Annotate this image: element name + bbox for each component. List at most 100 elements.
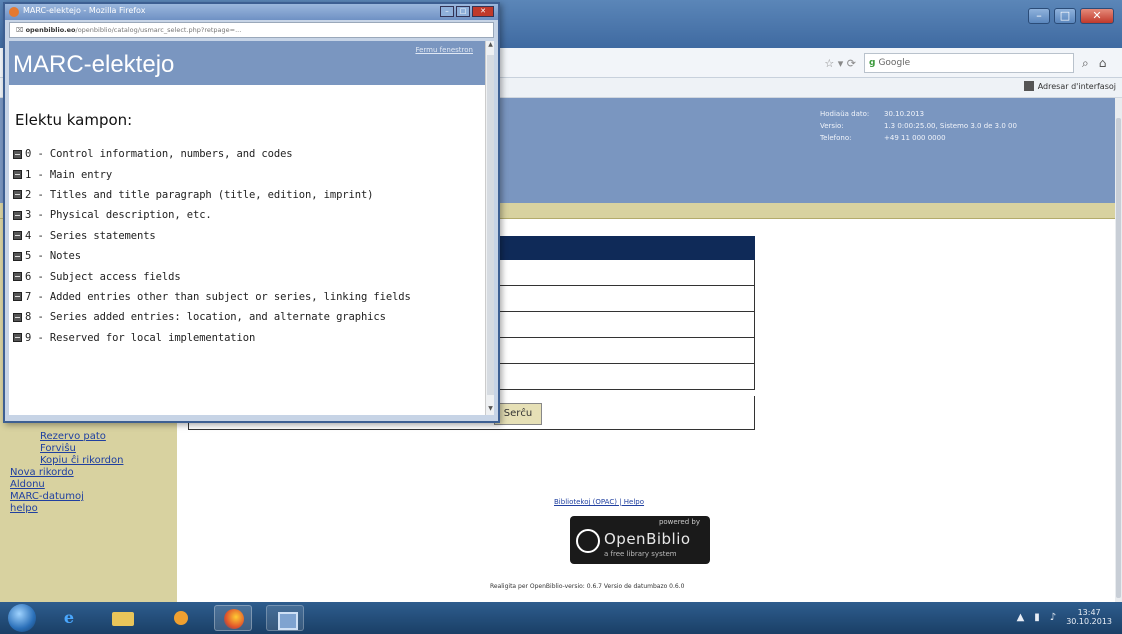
search-button[interactable]: Serĉu [494, 403, 542, 425]
url-path: /openbiblio/catalog/usmarc_select.php?re… [75, 26, 242, 34]
popup-minimize-button[interactable]: – [440, 6, 454, 17]
system-tray: ▲ ▮ ♪ 13:47 30.10.2013 [1017, 608, 1112, 626]
expand-icon[interactable] [13, 272, 22, 282]
footer-links[interactable]: Bibliotekoj (OPAC) | Helpo [554, 498, 644, 506]
lock-icon: ⌧ [16, 26, 26, 34]
field-label: 8 - Series added entries: location, and … [25, 311, 386, 324]
expand-icon[interactable] [13, 210, 22, 220]
window-app-icon[interactable] [266, 605, 304, 631]
expand-icon[interactable] [13, 312, 22, 322]
start-button[interactable] [8, 604, 36, 632]
info-key: Versio: [820, 122, 844, 130]
taskbar: e ▲ ▮ ♪ 13:47 30.10.2013 [0, 602, 1122, 634]
marc-field-item[interactable]: 7 - Added entries other than subject or … [13, 287, 411, 307]
close-window-link[interactable]: Fermu fenestron [415, 46, 473, 54]
marc-field-item[interactable]: 8 - Series added entries: location, and … [13, 307, 411, 327]
logo-tagline: a free library system [604, 550, 677, 558]
field-label: 2 - Titles and title paragraph (title, e… [25, 188, 374, 201]
marc-field-item[interactable]: 4 - Series statements [13, 226, 411, 246]
field-label: 6 - Subject access fields [25, 270, 181, 283]
expand-icon[interactable] [13, 190, 22, 200]
bookmark-item[interactable]: Adresar d'interfasoj [1023, 81, 1116, 91]
file-explorer-icon[interactable] [104, 605, 142, 631]
network-icon[interactable]: ▮ [1034, 612, 1040, 623]
field-label: 7 - Added entries other than subject or … [25, 290, 411, 303]
openbiblio-logo: powered by OpenBiblio a free library sys… [570, 516, 710, 564]
firefox-taskbar-icon[interactable] [214, 605, 252, 631]
expand-icon[interactable] [13, 333, 22, 343]
header-info: Hodiaŭa dato: 30.10.2013 Versio: 1.3 0:00:… [820, 108, 1017, 144]
bookmark-star-icon[interactable]: ☆ ▾ ⟳ [824, 57, 856, 70]
marc-field-item[interactable]: 3 - Physical description, etc. [13, 205, 411, 225]
url-host: openbiblio.eo [25, 26, 76, 34]
search-input[interactable]: g Google [864, 53, 1074, 73]
internet-explorer-icon[interactable]: e [50, 605, 88, 631]
google-icon: g [869, 58, 876, 68]
sidebar-link[interactable]: Aldonu [10, 479, 45, 490]
expand-icon[interactable] [13, 231, 22, 241]
field-label: 0 - Control information, numbers, and co… [25, 148, 293, 161]
marc-field-item[interactable]: 2 - Titles and title paragraph (title, e… [13, 185, 411, 205]
footer-credits: Realigita per OpenBiblio-versio: 0.6.7 V… [490, 583, 685, 590]
bookmark-icon [1023, 81, 1034, 91]
info-key: Hodiaŭa dato: [820, 110, 870, 118]
info-value: 1.3 0:00:25.00, Sistemo 3.0 de 3.0 00 [884, 122, 1017, 130]
popup-maximize-button[interactable]: □ [456, 6, 470, 17]
firefox-icon [9, 7, 19, 17]
tray-arrow-icon[interactable]: ▲ [1017, 612, 1025, 623]
scroll-down-icon[interactable]: ▼ [486, 405, 494, 415]
popup-window-title: MARC-elektejo - Mozilla Firefox [23, 6, 146, 15]
marc-field-item[interactable]: 0 - Control information, numbers, and co… [13, 144, 411, 164]
sidebar-link[interactable]: Kopiu ĉi rikordon [40, 455, 123, 466]
marc-field-item[interactable]: 5 - Notes [13, 246, 411, 266]
info-key: Telefono: [820, 134, 852, 142]
popup-close-button[interactable]: ✕ [472, 6, 494, 17]
marc-field-item[interactable]: 9 - Reserved for local implementation [13, 328, 411, 348]
sidebar-link[interactable]: Nova rikordo [10, 467, 74, 478]
clock[interactable]: 13:47 30.10.2013 [1066, 608, 1112, 626]
sidebar-link[interactable]: Rezervo pato [40, 431, 106, 442]
expand-icon[interactable] [13, 170, 22, 180]
popup-header: MARC-elektejo Fermu fenestron [9, 41, 485, 85]
window-controls: – □ ✕ [1028, 8, 1114, 24]
marc-field-item[interactable]: 1 - Main entry [13, 164, 411, 184]
sidebar-link[interactable]: Forviŝu [40, 443, 76, 454]
powered-by-label: powered by [658, 518, 700, 526]
popup-url-bar[interactable]: ⌧ openbiblio.eo/openbiblio/catalog/usmar… [9, 22, 494, 38]
popup-titlebar: MARC-elektejo - Mozilla Firefox – □ ✕ [5, 4, 498, 20]
field-select-label: Elektu kampon: [15, 111, 133, 129]
field-label: 4 - Series statements [25, 229, 156, 242]
expand-icon[interactable] [13, 149, 22, 159]
clock-date: 30.10.2013 [1066, 617, 1112, 626]
search-icon[interactable]: ⌕ [1082, 56, 1089, 71]
popup-body: MARC-elektejo Fermu fenestron Elektu kam… [9, 41, 494, 415]
volume-icon[interactable]: ♪ [1050, 612, 1056, 623]
expand-icon[interactable] [13, 292, 22, 302]
field-label: 5 - Notes [25, 250, 81, 263]
logo-name: OpenBiblio [604, 530, 691, 548]
page-scrollbar[interactable] [1115, 98, 1122, 602]
close-button[interactable]: ✕ [1080, 8, 1114, 24]
info-value: 30.10.2013 [884, 110, 925, 118]
sidebar-link[interactable]: helpo [10, 503, 38, 514]
field-label: 9 - Reserved for local implementation [25, 331, 256, 344]
sidebar-link[interactable]: MARC-datumoj [10, 491, 84, 502]
home-icon[interactable]: ⌂ [1099, 56, 1107, 71]
popup-heading: MARC-elektejo [13, 51, 175, 78]
marc-popup-window: MARC-elektejo - Mozilla Firefox – □ ✕ ⌧ … [3, 2, 500, 423]
field-label: 1 - Main entry [25, 168, 113, 181]
maximize-button[interactable]: □ [1054, 8, 1076, 24]
minimize-button[interactable]: – [1028, 8, 1050, 24]
info-value: +49 11 000 0000 [884, 134, 946, 142]
expand-icon[interactable] [13, 251, 22, 261]
popup-scrollbar[interactable]: ▲ ▼ [485, 41, 494, 415]
scroll-up-icon[interactable]: ▲ [486, 41, 494, 51]
media-player-icon[interactable] [162, 605, 200, 631]
clock-time: 13:47 [1077, 608, 1101, 617]
marc-field-list: 0 - Control information, numbers, and co… [13, 144, 411, 348]
field-label: 3 - Physical description, etc. [25, 209, 212, 222]
popup-scroll-thumb[interactable] [487, 55, 494, 395]
marc-field-item[interactable]: 6 - Subject access fields [13, 266, 411, 286]
openbiblio-logo-icon [576, 529, 600, 553]
search-engine-label: Google [878, 58, 911, 68]
